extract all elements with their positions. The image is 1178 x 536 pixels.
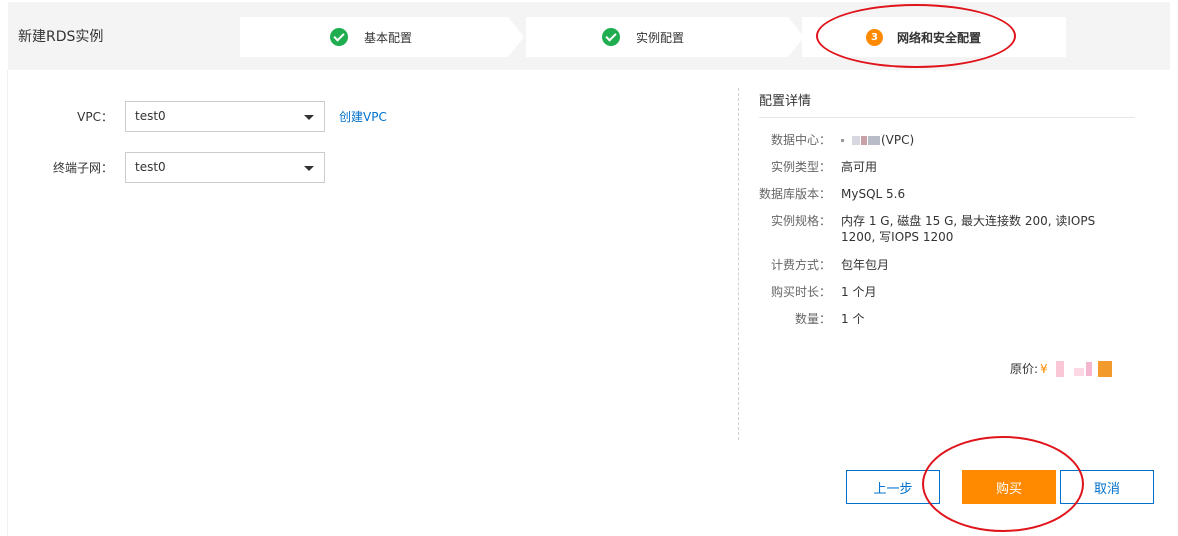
step-instance-config: 实例配置 bbox=[526, 17, 788, 57]
vpc-label: VPC： bbox=[77, 109, 113, 124]
redacted-blur bbox=[1097, 360, 1112, 377]
step-bar: 基本配置 实例配置 3 网络和安全配置 bbox=[240, 17, 1066, 57]
header: 新建RDS实例 基本配置 实例配置 3 网络和安全配置 bbox=[8, 2, 1170, 70]
detail-label: 数量： bbox=[794, 312, 831, 326]
vertical-divider bbox=[738, 88, 739, 440]
vpc-row: VPC： test0 创建VPC bbox=[0, 100, 387, 132]
prev-step-button[interactable]: 上一步 bbox=[846, 470, 940, 504]
redacted-blur bbox=[852, 136, 860, 145]
detail-value: MySQL 5.6 bbox=[841, 187, 906, 201]
detail-label: 实例类型： bbox=[770, 160, 831, 174]
detail-billing-method: 计费方式： 包年包月 bbox=[759, 257, 1135, 273]
caret-down-icon bbox=[304, 114, 314, 120]
check-circle-icon bbox=[330, 28, 348, 46]
create-vpc-link[interactable]: 创建VPC bbox=[339, 108, 387, 125]
subnet-label: 终端子网： bbox=[52, 160, 113, 175]
original-price: 原价: ¥ bbox=[1010, 360, 1112, 377]
buy-button[interactable]: 购买 bbox=[962, 470, 1056, 504]
vpc-select[interactable]: test0 bbox=[125, 100, 325, 132]
check-circle-icon bbox=[602, 28, 620, 46]
step-basic-config: 基本配置 bbox=[240, 17, 508, 57]
detail-label: 数据中心： bbox=[770, 133, 831, 147]
step-number-badge: 3 bbox=[866, 28, 883, 46]
detail-label: 数据库版本： bbox=[759, 187, 832, 201]
cancel-button[interactable]: 取消 bbox=[1060, 470, 1154, 504]
detail-purchase-duration: 购买时长： 1 个月 bbox=[759, 284, 1135, 300]
step-label: 网络和安全配置 bbox=[897, 30, 982, 45]
step-arrow-separator bbox=[508, 17, 524, 57]
detail-value: 1 个 bbox=[841, 312, 865, 326]
redacted-blur bbox=[1085, 361, 1092, 376]
detail-instance-type: 实例类型： 高可用 bbox=[759, 159, 1135, 175]
detail-label: 计费方式： bbox=[770, 258, 831, 272]
price-label: 原价: bbox=[1010, 362, 1039, 376]
detail-value: 高可用 bbox=[841, 160, 878, 174]
page: 新建RDS实例 基本配置 实例配置 3 网络和安全配置 VPC： test0 创 bbox=[0, 0, 1178, 536]
detail-db-version: 数据库版本： MySQL 5.6 bbox=[759, 186, 1135, 202]
detail-label: 购买时长： bbox=[770, 285, 831, 299]
config-details-panel: 配置详情 数据中心： (VPC) 实例类型： 高可用 数据库版本： MySQL … bbox=[759, 90, 1135, 326]
detail-value-text: (VPC) bbox=[881, 133, 915, 147]
subnet-select[interactable]: test0 bbox=[125, 151, 325, 183]
redacted-blur bbox=[1055, 360, 1064, 377]
redacted-blur bbox=[1073, 367, 1084, 376]
detail-value: 1 个月 bbox=[841, 285, 877, 299]
detail-quantity: 数量： 1 个 bbox=[759, 311, 1135, 327]
detail-datacenter: 数据中心： (VPC) bbox=[759, 132, 1135, 148]
left-border bbox=[7, 70, 8, 536]
detail-value: 内存 1 G, 磁盘 15 G, 最大连接数 200, 读IOPS 1200, … bbox=[841, 214, 1096, 244]
subnet-select-value: test0 bbox=[135, 159, 166, 174]
caret-down-icon bbox=[304, 165, 314, 171]
detail-value: (VPC) bbox=[831, 132, 1125, 148]
redacted-blur bbox=[861, 136, 867, 145]
subnet-row: 终端子网： test0 bbox=[0, 151, 325, 183]
detail-label: 实例规格： bbox=[770, 214, 831, 228]
step-label: 基本配置 bbox=[364, 30, 413, 45]
vpc-select-value: test0 bbox=[135, 108, 166, 123]
redacted-blur bbox=[868, 136, 880, 145]
step-label: 实例配置 bbox=[636, 30, 685, 45]
price-currency: ¥ bbox=[1040, 361, 1048, 376]
step-network-security-config: 3 网络和安全配置 bbox=[802, 17, 1066, 57]
redacted-blur bbox=[841, 139, 844, 142]
page-title: 新建RDS实例 bbox=[18, 29, 104, 45]
detail-instance-spec: 实例规格： 内存 1 G, 磁盘 15 G, 最大连接数 200, 读IOPS … bbox=[759, 213, 1135, 245]
details-title: 配置详情 bbox=[759, 90, 1135, 118]
detail-value: 包年包月 bbox=[841, 258, 890, 272]
